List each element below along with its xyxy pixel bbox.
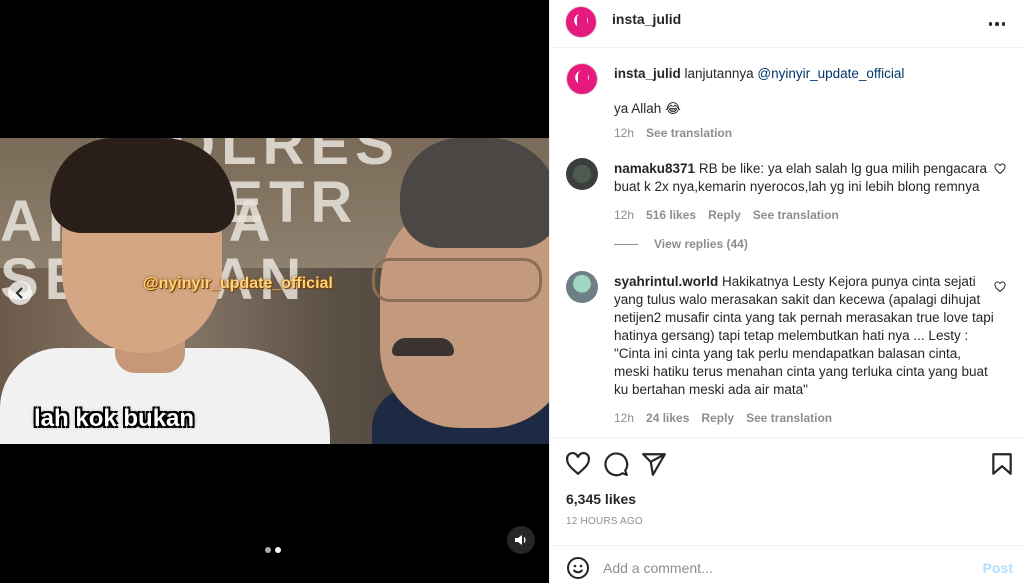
video-subtitle: lah kok bukan xyxy=(34,405,195,432)
glasses xyxy=(372,258,542,302)
comment-username[interactable]: syahrintul.world xyxy=(614,274,718,289)
avatar[interactable] xyxy=(566,271,598,303)
likes-count[interactable]: 6,345 likes xyxy=(566,491,636,507)
reply-button[interactable]: Reply xyxy=(701,409,734,427)
see-translation-link[interactable]: See translation xyxy=(646,124,732,142)
carousel-indicator xyxy=(265,547,281,553)
video-watermark: @nyinyir_update_official xyxy=(143,275,333,292)
comment-time: 12h xyxy=(614,208,635,222)
divider-line xyxy=(614,243,638,245)
post-timestamp[interactable]: 12 HOURS AGO xyxy=(566,516,643,527)
send-icon[interactable] xyxy=(641,451,667,477)
view-replies-label: View replies (44) xyxy=(654,237,748,251)
person-left-hair xyxy=(50,138,235,233)
comment-likes[interactable]: 24 likes xyxy=(646,409,689,427)
comment-body: namaku8371 RB be like: ya elah salah lg … xyxy=(614,158,994,224)
reply-button[interactable]: Reply xyxy=(708,206,741,224)
post-media: OLRES METR AKARTA SELATAN @nyinyir_updat… xyxy=(0,0,549,583)
caption-text: lanjutannya xyxy=(684,66,754,81)
comment-username[interactable]: namaku8371 xyxy=(614,161,695,176)
add-comment-bar: Post xyxy=(550,545,1024,583)
post-header: insta_julid xyxy=(550,0,1024,48)
more-options-button[interactable] xyxy=(985,12,1009,36)
carousel-prev-button[interactable] xyxy=(8,281,32,305)
caption-username[interactable]: insta_julid xyxy=(614,66,681,81)
see-translation-link[interactable]: See translation xyxy=(746,409,832,427)
laughing-emoji: 😂 xyxy=(665,101,681,116)
comments-list[interactable]: insta_julid lanjutannya @nyinyir_update_… xyxy=(550,48,1024,437)
caption-time: 12h xyxy=(614,126,635,140)
heart-icon[interactable] xyxy=(994,281,1006,293)
post-sidebar: insta_julid insta_julid lanjutannya @nyi… xyxy=(549,0,1024,583)
comment-text: Hakikatnya Lesty Kejora punya cinta seja… xyxy=(614,274,994,397)
see-translation-link[interactable]: See translation xyxy=(753,206,839,224)
avatar-figure xyxy=(577,13,587,31)
heart-icon[interactable] xyxy=(565,451,591,477)
post-button[interactable]: Post xyxy=(983,560,1013,576)
caption-second-line: ya Allah xyxy=(614,101,662,116)
comment-likes[interactable]: 516 likes xyxy=(646,206,696,224)
avatar[interactable] xyxy=(565,6,597,38)
mute-button[interactable] xyxy=(507,526,535,554)
volume-icon xyxy=(515,535,526,545)
carousel-dot-active xyxy=(275,547,281,553)
comment-input[interactable] xyxy=(603,557,963,579)
emoji-icon[interactable] xyxy=(566,556,590,580)
post-actions: 6,345 likes 12 HOURS AGO xyxy=(550,437,1024,545)
carousel-dot xyxy=(265,547,271,553)
avatar[interactable] xyxy=(566,63,598,95)
comment-time: 12h xyxy=(614,411,635,425)
view-replies-button[interactable]: View replies (44) xyxy=(614,237,748,251)
bookmark-icon[interactable] xyxy=(989,451,1015,477)
chevron-left-icon xyxy=(15,287,23,299)
video-frame[interactable]: OLRES METR AKARTA SELATAN @nyinyir_updat… xyxy=(0,138,549,444)
mustache xyxy=(392,338,454,356)
more-horizontal-icon xyxy=(988,22,993,26)
avatar[interactable] xyxy=(566,158,598,190)
caption-mention[interactable]: @nyinyir_update_official xyxy=(757,66,904,81)
comment-body: syahrintul.world Hakikatnya Lesty Kejora… xyxy=(614,271,994,427)
person-right-hair xyxy=(400,138,549,248)
heart-icon[interactable] xyxy=(994,163,1006,175)
comment-icon[interactable] xyxy=(603,451,629,477)
header-username[interactable]: insta_julid xyxy=(612,11,681,27)
caption-body: insta_julid lanjutannya @nyinyir_update_… xyxy=(614,63,994,142)
